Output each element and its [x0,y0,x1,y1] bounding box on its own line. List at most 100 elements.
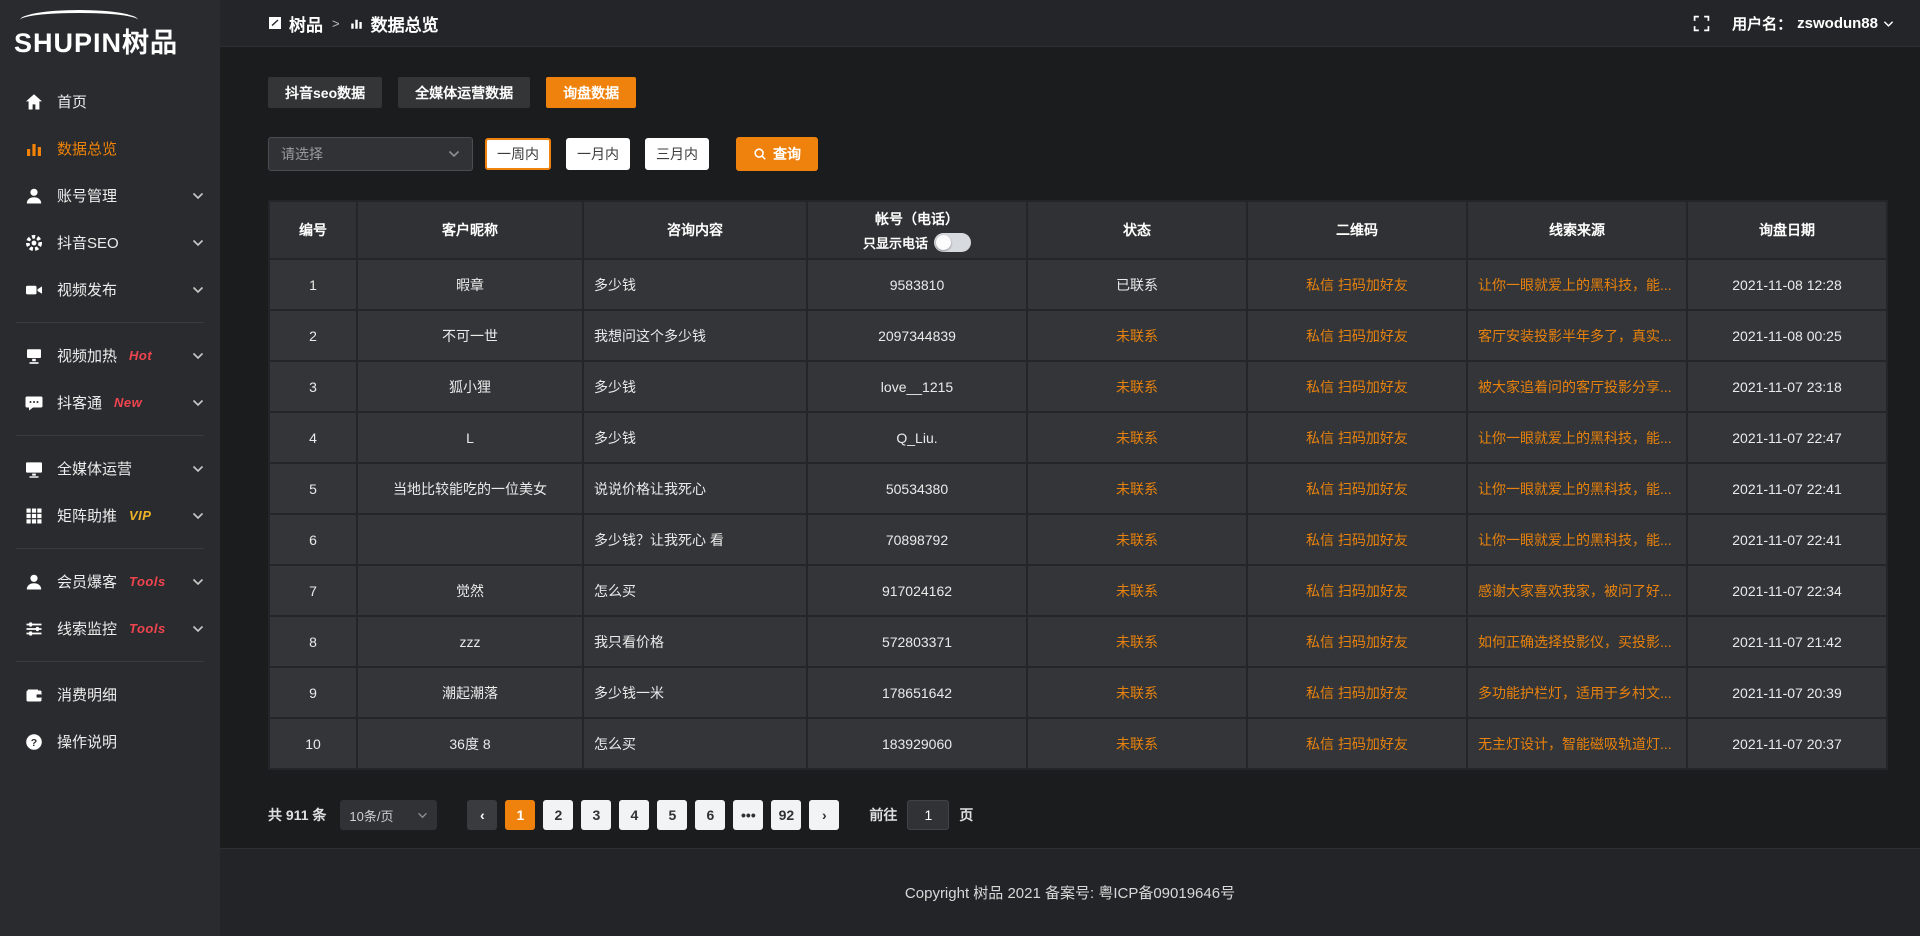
cell-qrcode-link[interactable]: 私信 扫码加好友 [1248,515,1468,566]
page-button-6[interactable]: 6 [695,800,725,830]
cell-status: 未联系 [1028,464,1248,515]
cell-qrcode-link[interactable]: 私信 扫码加好友 [1248,719,1468,770]
svg-text:?: ? [31,736,37,748]
page-button-2[interactable]: 2 [543,800,573,830]
wallet-icon [24,685,44,705]
cell-qrcode-link[interactable]: 私信 扫码加好友 [1248,464,1468,515]
cell-source-link[interactable]: 让你一眼就爱上的黑科技，能... [1468,413,1688,464]
sidebar-badge: Tools [129,621,166,636]
cell-account: 2097344839 [808,311,1028,362]
cell-no: 5 [268,464,358,515]
fullscreen-icon[interactable] [1693,15,1710,32]
page-button-5[interactable]: 5 [657,800,687,830]
heat-icon [24,346,44,366]
sidebar-item-video-publish[interactable]: 视频发布 [0,266,220,313]
cell-source-link[interactable]: 感谢大家喜欢我家，被问了好... [1468,566,1688,617]
cell-qrcode-link[interactable]: 私信 扫码加好友 [1248,413,1468,464]
cell-date: 2021-11-07 22:41 [1688,515,1888,566]
chart-icon [349,16,364,31]
cell-qrcode-link[interactable]: 私信 扫码加好友 [1248,617,1468,668]
cell-account: love__1215 [808,362,1028,413]
cell-date: 2021-11-07 22:47 [1688,413,1888,464]
query-button[interactable]: 查询 [736,137,818,171]
page-button-92[interactable]: 92 [771,800,801,830]
page-button-3[interactable]: 3 [581,800,611,830]
chevron-down-icon [192,192,204,200]
sidebar-item-label: 抖音SEO [57,232,119,253]
breadcrumb-item-root[interactable]: 树品 [289,11,323,36]
sidebar-item-home[interactable]: 首页 [0,78,220,125]
breadcrumb-item-current[interactable]: 数据总览 [371,11,439,36]
brand-logo[interactable]: SHUPIN树品 [0,0,220,66]
column-header-2: 咨询内容 [584,200,808,260]
cell-qrcode-link[interactable]: 私信 扫码加好友 [1248,362,1468,413]
user-icon [24,186,44,206]
page-size-select[interactable]: 10条/页 [340,800,437,830]
cell-date: 2021-11-07 23:18 [1688,362,1888,413]
cell-nickname: L [358,413,584,464]
cell-qrcode-link[interactable]: 私信 扫码加好友 [1248,260,1468,311]
sidebar-item-doukertong[interactable]: 抖客通 New [0,379,220,426]
cell-status: 未联系 [1028,566,1248,617]
cell-status: 已联系 [1028,260,1248,311]
next-page-button[interactable]: › [809,800,839,830]
tab-media-operation-data[interactable]: 全媒体运营数据 [398,77,530,108]
sidebar-item-media-operation[interactable]: 全媒体运营 [0,445,220,492]
sidebar-item-account-management[interactable]: 账号管理 [0,172,220,219]
grid-icon [24,506,44,526]
logo-cn: 树品 [122,28,178,58]
cell-source-link[interactable]: 让你一眼就爱上的黑科技，能... [1468,260,1688,311]
dashboard-icon [268,16,282,30]
logo-text: SHUPIN树品 [14,21,220,60]
page-size-value: 10条/页 [349,806,393,825]
cell-source-link[interactable]: 无主灯设计，智能磁吸轨道灯... [1468,719,1688,770]
goto-page-input[interactable] [907,800,949,830]
cell-source-link[interactable]: 让你一眼就爱上的黑科技，能... [1468,464,1688,515]
gear-icon [24,233,44,253]
range-button-one-week[interactable]: 一周内 [485,138,551,170]
cell-source-link[interactable]: 让你一眼就爱上的黑科技，能... [1468,515,1688,566]
cell-content: 多少钱 [584,413,808,464]
sidebar-item-data-overview[interactable]: 数据总览 [0,125,220,172]
cell-status: 未联系 [1028,413,1248,464]
breadcrumb-separator: > [330,16,342,31]
filter-select[interactable]: 请选择 [268,137,473,171]
sidebar-item-matrix-boost[interactable]: 矩阵助推 VIP [0,492,220,539]
sidebar-item-operation-guide[interactable]: ? 操作说明 [0,718,220,765]
prev-page-button[interactable]: ‹ [467,800,497,830]
tab-douyin-seo-data[interactable]: 抖音seo数据 [268,77,382,108]
table-row: 6多少钱？让我死心 看70898792未联系私信 扫码加好友让你一眼就爱上的黑科… [268,515,1888,566]
page-button-4[interactable]: 4 [619,800,649,830]
page-ellipsis-button[interactable]: ••• [733,800,763,830]
range-button-one-month[interactable]: 一月内 [566,138,630,170]
cell-content: 我只看价格 [584,617,808,668]
cell-qrcode-link[interactable]: 私信 扫码加好友 [1248,668,1468,719]
cell-qrcode-link[interactable]: 私信 扫码加好友 [1248,311,1468,362]
cell-content: 我想问这个多少钱 [584,311,808,362]
range-button-three-months[interactable]: 三月内 [645,138,709,170]
sidebar-item-label: 视频加热 [57,345,117,366]
sidebar-item-douyin-seo[interactable]: 抖音SEO [0,219,220,266]
cell-source-link[interactable]: 多功能护栏灯，适用于乡村文... [1468,668,1688,719]
page-button-1[interactable]: 1 [505,800,535,830]
tab-inquiry-data[interactable]: 询盘数据 [546,77,636,108]
cell-source-link[interactable]: 被大家追着问的客厅投影分享... [1468,362,1688,413]
cell-nickname: 潮起潮落 [358,668,584,719]
sidebar-item-label: 操作说明 [57,731,117,752]
sidebar-item-label: 视频发布 [57,279,117,300]
table-row: 8zzz我只看价格572803371未联系私信 扫码加好友如何正确选择投影仪，买… [268,617,1888,668]
goto-page: 前往 页 [869,800,973,830]
sidebar-item-consume-detail[interactable]: 消费明细 [0,671,220,718]
cell-qrcode-link[interactable]: 私信 扫码加好友 [1248,566,1468,617]
cell-source-link[interactable]: 如何正确选择投影仪，买投影... [1468,617,1688,668]
chevron-down-icon [1883,20,1894,28]
sidebar-item-video-heat[interactable]: 视频加热 Hot [0,332,220,379]
phone-only-toggle[interactable] [934,233,971,252]
sidebar-item-label: 全媒体运营 [57,458,132,479]
user-menu[interactable]: 用户名：zswodun88 [1732,13,1894,34]
sidebar-item-lead-monitor[interactable]: 线索监控 Tools [0,605,220,652]
cell-source-link[interactable]: 客厅安装投影半年多了，真实... [1468,311,1688,362]
column-header-5: 二维码 [1248,200,1468,260]
sidebar-item-member-baoke[interactable]: 会员爆客 Tools [0,558,220,605]
table-row: 4L多少钱Q_Liu.未联系私信 扫码加好友让你一眼就爱上的黑科技，能...20… [268,413,1888,464]
